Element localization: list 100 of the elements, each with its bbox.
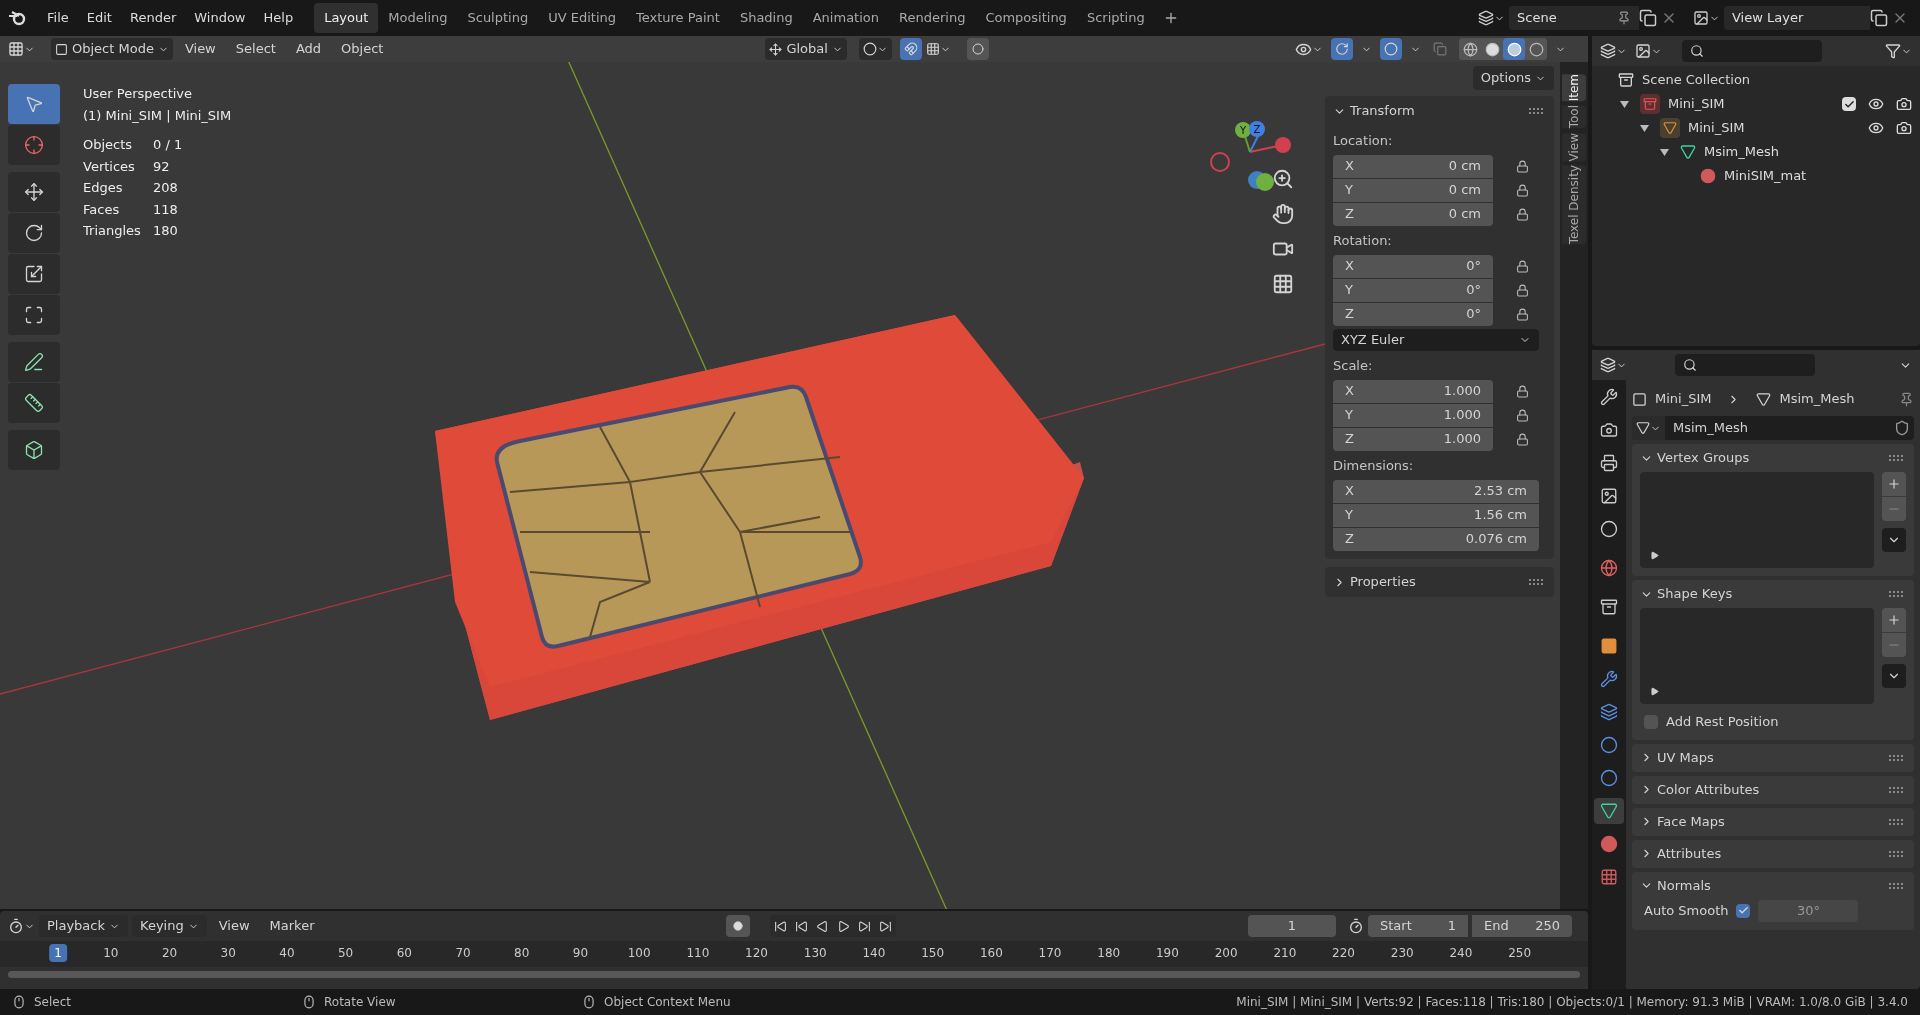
panel-header[interactable]: Normals: [1657, 875, 1711, 896]
number-field[interactable]: X 0°: [1333, 254, 1493, 278]
panel-header[interactable]: Properties: [1350, 572, 1416, 592]
tool-button[interactable]: [8, 213, 60, 253]
lock-icon[interactable]: [1516, 207, 1529, 221]
view-layer-icon[interactable]: [1635, 43, 1662, 59]
panel-header[interactable]: Transform: [1350, 101, 1415, 121]
menu-item[interactable]: Playback: [39, 915, 128, 937]
fake-user-icon[interactable]: [1894, 420, 1910, 436]
lock-icon[interactable]: [1516, 259, 1529, 273]
outliner-item[interactable]: Scene Collection: [1642, 70, 1751, 90]
number-field[interactable]: Y 1.000: [1333, 403, 1493, 427]
search-field[interactable]: [1682, 40, 1822, 62]
menu-item[interactable]: Select: [227, 39, 284, 59]
drag-handle-icon[interactable]: [1888, 753, 1906, 762]
editor-type-icon[interactable]: [8, 41, 35, 57]
overlay-toggle-icon[interactable]: [1380, 38, 1402, 60]
orientation-dropdown[interactable]: Global: [765, 38, 847, 60]
number-field[interactable]: Y 1.56 cm: [1333, 503, 1539, 527]
proportional-edit-icon[interactable]: [966, 38, 989, 60]
menu-item[interactable]: View: [176, 39, 224, 59]
drag-handle-icon[interactable]: [1888, 590, 1906, 598]
workspace-tab[interactable]: Sculpting: [457, 3, 539, 33]
sidebar-tab[interactable]: View: [1562, 132, 1586, 162]
sidebar-tab[interactable]: Texel Density: [1562, 165, 1586, 245]
play-reverse-icon[interactable]: [816, 919, 830, 933]
outliner-item[interactable]: Mini_SIM: [1688, 118, 1745, 138]
drag-handle-icon[interactable]: [1888, 849, 1906, 858]
menu-item[interactable]: Window: [185, 8, 255, 28]
pivot-icon[interactable]: [858, 38, 892, 60]
filter-icon[interactable]: [1885, 43, 1912, 59]
workspace-tab[interactable]: Scripting: [1076, 3, 1155, 33]
workspace-tab[interactable]: Layout: [314, 3, 379, 33]
exclude-checkbox[interactable]: [1842, 97, 1856, 111]
pin-icon[interactable]: [1899, 391, 1914, 407]
menu-item[interactable]: Help: [254, 8, 303, 28]
drag-handle-icon[interactable]: [1888, 881, 1906, 890]
panel-header[interactable]: Vertex Groups: [1657, 448, 1750, 468]
mesh-browse-icon[interactable]: [1632, 416, 1665, 440]
display-mode-icon[interactable]: [1600, 43, 1627, 59]
menu-item[interactable]: File: [38, 8, 78, 28]
checkbox[interactable]: [1736, 903, 1751, 918]
workspace-tab[interactable]: Compositing: [975, 3, 1077, 33]
render-camera-icon[interactable]: [1896, 120, 1912, 136]
search-field[interactable]: [1675, 354, 1815, 376]
next-keyframe-icon[interactable]: [858, 919, 872, 933]
sidebar-tab[interactable]: Tool: [1562, 105, 1586, 129]
gizmo-toggle-icon[interactable]: [1331, 38, 1353, 60]
expand-arrow-icon[interactable]: [1640, 123, 1649, 133]
outliner-item[interactable]: Msim_Mesh: [1704, 142, 1779, 162]
workspace-tab[interactable]: Modeling: [378, 3, 458, 33]
jump-end-icon[interactable]: [879, 919, 893, 933]
snap-target-icon[interactable]: [925, 42, 951, 56]
panel-header[interactable]: Attributes: [1657, 843, 1722, 864]
scene-field[interactable]: Scene: [1509, 6, 1639, 30]
number-field[interactable]: Z 0.076 cm: [1333, 527, 1539, 551]
panel-header[interactable]: Face Maps: [1657, 811, 1725, 832]
render-camera-icon[interactable]: [1896, 96, 1912, 112]
new-view-layer-icon[interactable]: [1870, 9, 1888, 27]
menu-item[interactable]: Render: [120, 8, 186, 28]
options-dropdown[interactable]: Options: [1472, 66, 1554, 90]
drag-handle-icon[interactable]: [1888, 785, 1906, 794]
app-logo-icon[interactable]: [8, 10, 26, 26]
view-layer-field[interactable]: View Layer: [1724, 6, 1870, 30]
sidebar-tab[interactable]: Item: [1562, 74, 1586, 102]
drag-handle-icon[interactable]: [1888, 454, 1906, 462]
expand-arrow-icon[interactable]: [1620, 99, 1629, 109]
menu-item[interactable]: Add: [287, 39, 330, 59]
workspace-tab[interactable]: Rendering: [889, 3, 976, 33]
pan-hand-icon[interactable]: [1272, 203, 1294, 225]
drag-handle-icon[interactable]: [1528, 578, 1546, 586]
tool-button[interactable]: [8, 172, 60, 212]
tool-button[interactable]: [8, 342, 60, 382]
workspace-tab[interactable]: Shading: [729, 3, 803, 33]
number-field[interactable]: Z 1.000: [1333, 427, 1493, 451]
add-button[interactable]: [1882, 472, 1906, 496]
number-field[interactable]: X 2.53 cm: [1333, 479, 1539, 503]
material-shading-button[interactable]: [1503, 38, 1525, 60]
stopwatch-icon[interactable]: [1348, 918, 1364, 934]
checkbox[interactable]: [1644, 714, 1658, 729]
visibility-eye-icon[interactable]: [1868, 96, 1884, 112]
number-field[interactable]: Y 0 cm: [1333, 178, 1493, 202]
pin-icon[interactable]: [1617, 11, 1631, 25]
specials-dropdown[interactable]: [1882, 528, 1906, 552]
zoom-icon[interactable]: [1272, 168, 1294, 190]
lock-icon[interactable]: [1516, 432, 1529, 446]
lock-icon[interactable]: [1516, 183, 1529, 197]
workspace-tab[interactable]: Animation: [802, 3, 889, 33]
editor-type-icon[interactable]: [8, 918, 35, 934]
lock-icon[interactable]: [1516, 159, 1529, 173]
visibility-eye-icon[interactable]: [1868, 120, 1884, 136]
play-icon[interactable]: [1650, 551, 1659, 560]
add-button[interactable]: [1882, 608, 1906, 632]
drag-handle-icon[interactable]: [1528, 107, 1546, 115]
play-icon[interactable]: [1650, 687, 1659, 696]
outliner-item[interactable]: MiniSIM_mat: [1724, 166, 1807, 186]
jump-start-icon[interactable]: [774, 919, 788, 933]
tool-button[interactable]: [8, 383, 60, 423]
number-field[interactable]: X 0 cm: [1333, 154, 1493, 178]
number-field[interactable]: Z 0 cm: [1333, 202, 1493, 226]
